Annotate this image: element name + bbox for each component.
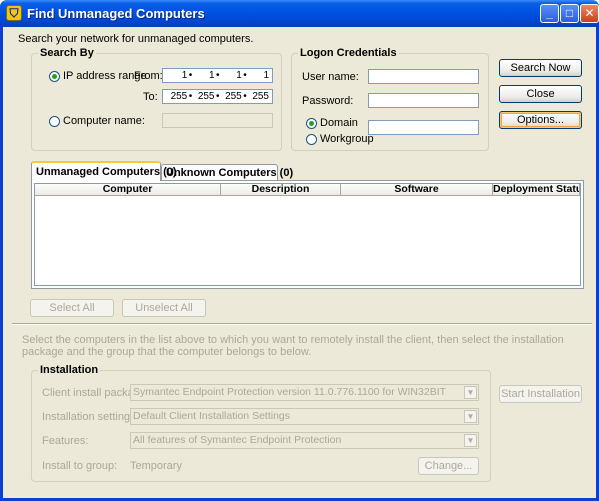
- column-description[interactable]: Description: [221, 184, 341, 196]
- computers-list[interactable]: Computer Description Software Deployment…: [31, 180, 584, 289]
- column-deployment-status[interactable]: Deployment Status: [493, 184, 580, 196]
- domain-label: Domain: [320, 117, 358, 129]
- workgroup-label: Workgroup: [320, 133, 374, 145]
- chevron-down-icon[interactable]: ▼: [464, 410, 477, 423]
- features-label: Features:: [42, 435, 89, 447]
- to-ip-octet-1: 255: [170, 91, 188, 102]
- install-to-group-value: Temporary: [130, 460, 182, 472]
- search-by-title: Search By: [38, 47, 96, 59]
- instructions-text: Select the computers in the list above t…: [22, 334, 564, 358]
- tab-unmanaged-computers[interactable]: Unmanaged Computers (0): [31, 161, 177, 181]
- to-ip-octet-2: 255: [197, 91, 215, 102]
- client-install-package-select[interactable]: Symantec Endpoint Protection version 11.…: [130, 384, 479, 401]
- to-ip-field[interactable]: 255 • 255 • 255 • 255: [162, 89, 273, 104]
- table-header: Computer Description Software Deployment…: [35, 184, 580, 196]
- start-installation-button[interactable]: Start Installation: [499, 385, 582, 403]
- computer-name-radio[interactable]: [49, 116, 60, 127]
- title-bar[interactable]: ⛉ Find Unmanaged Computers _ □ ✕: [0, 0, 599, 27]
- features-value: All features of Symantec Endpoint Protec…: [133, 434, 342, 446]
- workgroup-radio[interactable]: [306, 134, 317, 145]
- features-select[interactable]: All features of Symantec Endpoint Protec…: [130, 432, 479, 449]
- domain-radio[interactable]: [306, 118, 317, 129]
- computers-list-area[interactable]: Computer Description Software Deployment…: [34, 183, 581, 286]
- column-computer[interactable]: Computer: [35, 184, 221, 196]
- close-icon[interactable]: ✕: [580, 4, 599, 23]
- shield-icon: ⛉: [6, 5, 22, 21]
- to-ip-octet-3: 255: [225, 91, 242, 102]
- from-ip-octet-4: 1: [263, 70, 269, 81]
- minimize-icon[interactable]: _: [540, 4, 559, 23]
- chevron-down-icon[interactable]: ▼: [464, 386, 477, 399]
- user-name-field[interactable]: [368, 69, 479, 84]
- installation-group: Installation Client install package: Sym…: [31, 364, 491, 482]
- column-software[interactable]: Software: [341, 184, 493, 196]
- separator: [12, 323, 592, 325]
- options-button[interactable]: Options...: [499, 111, 582, 129]
- password-label: Password:: [302, 95, 354, 107]
- from-ip-octet-1: 1: [181, 70, 188, 81]
- from-label: From:: [134, 70, 163, 82]
- change-group-button[interactable]: Change...: [418, 457, 479, 475]
- logon-credentials-title: Logon Credentials: [298, 47, 399, 59]
- chevron-down-icon[interactable]: ▼: [464, 434, 477, 447]
- installation-settings-value: Default Client Installation Settings: [133, 410, 291, 422]
- to-ip-octet-4: 255: [252, 91, 269, 102]
- client-install-package-value: Symantec Endpoint Protection version 11.…: [133, 386, 447, 398]
- description-text: Search your network for unmanaged comput…: [18, 33, 254, 45]
- from-ip-field[interactable]: 1 • 1 • 1 • 1: [162, 68, 273, 83]
- installation-settings-label: Installation settings:: [42, 411, 139, 423]
- logon-credentials-group: Logon Credentials User name: Password: D…: [291, 47, 489, 151]
- computer-name-field[interactable]: [162, 113, 273, 128]
- install-to-group-label: Install to group:: [42, 460, 118, 472]
- ip-range-radio[interactable]: [49, 71, 60, 82]
- maximize-icon[interactable]: □: [560, 4, 579, 23]
- from-ip-octet-3: 1: [236, 70, 242, 81]
- search-now-button[interactable]: Search Now: [499, 59, 582, 77]
- to-label: To:: [143, 91, 158, 103]
- computer-name-label: Computer name:: [63, 115, 145, 127]
- window-title: Find Unmanaged Computers: [27, 6, 205, 21]
- find-unmanaged-computers-window: ⛉ Find Unmanaged Computers _ □ ✕ Search …: [0, 0, 599, 501]
- user-name-label: User name:: [302, 71, 359, 83]
- installation-settings-select[interactable]: Default Client Installation Settings ▼: [130, 408, 479, 425]
- dialog-body: Search your network for unmanaged comput…: [6, 27, 596, 497]
- domain-field[interactable]: [368, 120, 479, 135]
- search-by-group: Search By IP address range From: 1 • 1 • 1…: [31, 47, 282, 151]
- select-all-button[interactable]: Select All: [30, 299, 114, 317]
- password-field[interactable]: [368, 93, 479, 108]
- unselect-all-button[interactable]: Unselect All: [122, 299, 206, 317]
- installation-title: Installation: [38, 364, 101, 376]
- from-ip-octet-2: 1: [208, 70, 215, 81]
- close-button[interactable]: Close: [499, 85, 582, 103]
